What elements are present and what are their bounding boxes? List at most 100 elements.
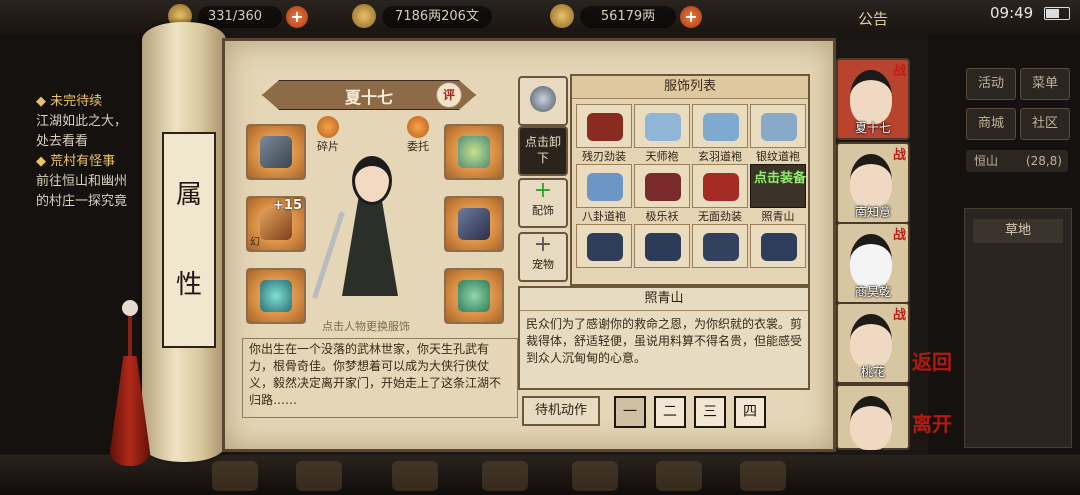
equip-button[interactable]: 点击装备 — [753, 171, 807, 187]
equip-slot-pendant[interactable] — [444, 268, 504, 324]
bracer-icon — [260, 136, 292, 168]
attribute-tab[interactable]: 属 性 — [162, 132, 216, 348]
character-figure[interactable] — [312, 150, 418, 310]
clock: 09:49 — [990, 4, 1034, 22]
back-button[interactable]: 返回 — [912, 352, 952, 372]
fragment-button[interactable]: 碎片 — [308, 116, 348, 154]
party-member[interactable]: 战 桃花 — [836, 302, 910, 384]
idle-option-3[interactable]: 三 — [694, 396, 726, 428]
idle-option-4[interactable]: 四 — [734, 396, 766, 428]
bottom-menu-icon[interactable] — [656, 461, 702, 491]
robe-icon — [645, 113, 681, 141]
avatar — [850, 314, 892, 368]
silver-value: 56179两 — [600, 9, 656, 24]
outfit-item[interactable] — [748, 222, 808, 282]
food-counter: 331/360 + — [168, 4, 308, 28]
outfit-item[interactable]: 银纹道袍 — [748, 102, 808, 163]
equip-slot-armor[interactable] — [444, 196, 504, 252]
outfit-name: 照青山 — [520, 288, 808, 311]
bottom-menu-icon[interactable] — [482, 461, 528, 491]
party-member[interactable]: 战 夏十七 — [836, 58, 910, 140]
outfit-item[interactable] — [574, 222, 634, 282]
fragment-icon — [317, 116, 339, 138]
equip-slot-bracer[interactable] — [246, 124, 306, 180]
attribute-label-bottom: 性 — [175, 270, 202, 300]
notice-button[interactable]: 公告 — [858, 8, 888, 29]
pet-label: 宠物 — [532, 258, 554, 271]
entrust-button[interactable]: 委托 — [398, 116, 438, 154]
party-member-name: 商昊乾 — [854, 285, 891, 299]
activity-button[interactable]: 活动 — [966, 68, 1016, 100]
add-food-button[interactable]: + — [286, 6, 308, 28]
bottom-menu-icon[interactable] — [392, 461, 438, 491]
add-silver-button[interactable]: + — [680, 6, 702, 28]
bottom-bar — [0, 455, 1080, 495]
armor-icon — [458, 208, 490, 240]
bottom-menu-icon[interactable] — [572, 461, 618, 491]
money-value: 7186两206文 — [395, 9, 479, 24]
bottom-menu-icon[interactable] — [212, 461, 258, 491]
party-member-name: 夏十七 — [854, 121, 891, 135]
quest-item[interactable]: ◆ 未完待续 江湖如此之大，处去看看 — [36, 92, 132, 152]
idle-option-2[interactable]: 二 — [654, 396, 686, 428]
robe-icon — [761, 113, 797, 141]
outfit-item[interactable]: 极乐袄 — [632, 162, 692, 223]
quest-text: 江湖如此之大，处去看看 — [36, 114, 128, 149]
robe-icon — [587, 113, 623, 141]
enhance-level: +15 — [273, 198, 302, 213]
outfit-description-panel: 照青山 民众们为了感谢你的救命之恩，为你织就的衣裳。剪裁得体，舒适轻便，虽说用料… — [518, 286, 810, 390]
robe-icon — [761, 233, 797, 261]
equip-slot-ring[interactable] — [246, 268, 306, 324]
unequip-button[interactable]: 点击卸下 — [518, 126, 568, 176]
battle-tag: 战 — [892, 308, 906, 323]
idle-option-1[interactable]: 一 — [614, 396, 646, 428]
bottom-menu-icon[interactable] — [296, 461, 342, 491]
outfit-category-button[interactable] — [518, 76, 568, 126]
rate-button[interactable]: 评 — [436, 82, 462, 108]
location-display: 恒山 (28,8) — [966, 150, 1068, 172]
ingot-icon — [550, 4, 574, 28]
battle-tag: 战 — [892, 64, 906, 79]
accessory-label: 配饰 — [532, 204, 554, 217]
menu-button[interactable]: 菜单 — [1020, 68, 1070, 100]
avatar — [850, 154, 892, 208]
avatar — [850, 234, 892, 288]
location-name: 恒山 — [974, 154, 999, 168]
community-button[interactable]: 社区 — [1020, 108, 1070, 140]
party-member[interactable]: 战 商昊乾 — [836, 222, 910, 304]
robe-icon — [703, 173, 739, 201]
equip-slot-weapon[interactable]: +15 幻 — [246, 196, 306, 252]
party-member[interactable]: 战 南知意 — [836, 142, 910, 224]
plus-icon: + — [533, 178, 553, 203]
outfit-item[interactable] — [632, 222, 692, 282]
bottom-menu-icon[interactable] — [740, 461, 786, 491]
leave-button[interactable]: 离开 — [912, 414, 952, 434]
change-outfit-hint: 点击人物更换服饰 — [322, 320, 410, 333]
outfit-item[interactable]: 玄羽道袍 — [690, 102, 750, 163]
quest-text: 前往恒山和幽州的村庄一探究竟 — [36, 174, 128, 209]
outfit-item[interactable]: 点击装备 照青山 — [748, 162, 808, 223]
equip-slot-headgear[interactable] — [444, 124, 504, 180]
avatar — [850, 70, 892, 124]
shop-button[interactable]: 商城 — [966, 108, 1016, 140]
outfit-item[interactable]: 残刃劲装 — [574, 102, 634, 163]
outfit-item[interactable] — [690, 222, 750, 282]
silver-counter: 56179两 + — [550, 4, 702, 28]
pet-button[interactable]: + 宠物 — [518, 232, 568, 282]
party-member[interactable] — [836, 384, 910, 450]
party-member-name: 桃花 — [860, 365, 885, 379]
battle-tag: 战 — [892, 228, 906, 243]
quest-item[interactable]: ◆ 荒村有怪事 前往恒山和幽州的村庄一探究竟 — [36, 152, 136, 212]
area-item[interactable]: 草地 — [973, 219, 1063, 243]
outfit-item[interactable]: 八卦道袍 — [574, 162, 634, 223]
unequip-label: 点击卸下 — [524, 135, 561, 165]
outfit-item[interactable]: 天师袍 — [632, 102, 692, 163]
location-coords: (28,8) — [1025, 154, 1062, 168]
accessory-button[interactable]: + 配饰 — [518, 178, 568, 228]
outfit-item[interactable]: 无面劲装 — [690, 162, 750, 223]
robe-icon — [645, 233, 681, 261]
plus-icon: + — [533, 232, 553, 257]
character-bio: 你出生在一个没落的武林世家，你天生孔武有力，根骨奇佳。你梦想着可以成为大侠行侠仗… — [242, 338, 518, 418]
illusion-tag: 幻 — [250, 237, 260, 248]
robe-icon — [703, 233, 739, 261]
